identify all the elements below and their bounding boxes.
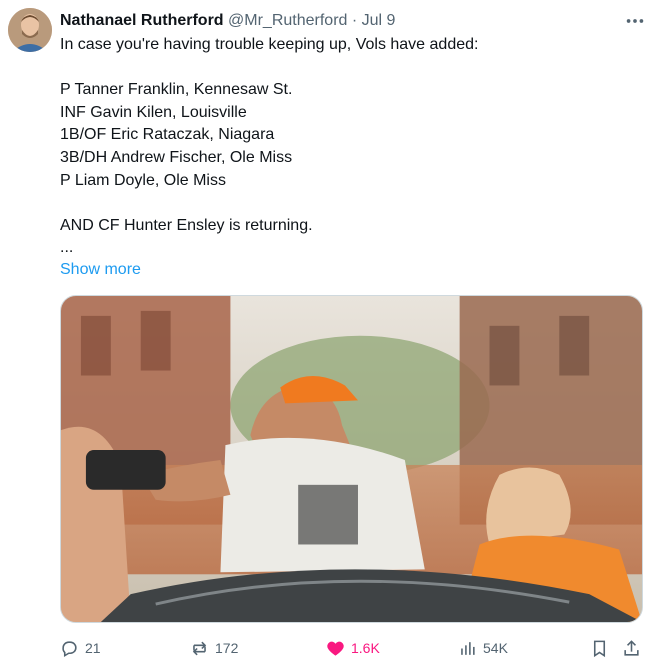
like-count: 1.6K [351, 640, 380, 656]
tweet-photo[interactable] [60, 295, 643, 623]
author-name[interactable]: Nathanael Rutherford [60, 12, 224, 29]
tweet-line [60, 57, 620, 80]
tweet-line: INF Gavin Kilen, Louisville [60, 103, 247, 121]
action-bar: 21 172 1.6K 54K [60, 636, 643, 660]
repost-count: 172 [215, 640, 239, 656]
tweet: Nathanael Rutherford @Mr_Rutherford · Ju… [0, 0, 660, 670]
tweet-line [60, 192, 620, 215]
tweet-line: 1B/OF Eric Rataczak, Niagara [60, 126, 275, 144]
avatar[interactable] [8, 8, 52, 52]
views-count: 54K [483, 640, 508, 656]
like-button[interactable]: 1.6K [326, 636, 380, 660]
tweet-line: ... [60, 239, 74, 257]
repost-button[interactable]: 172 [190, 636, 238, 660]
show-more-link[interactable]: Show more [60, 258, 141, 282]
tweet-date[interactable]: Jul 9 [362, 12, 396, 29]
tweet-line: 3B/DH Andrew Fischer, Ole Miss [60, 148, 293, 166]
tweet-line: In case you're having trouble keeping up… [60, 36, 479, 53]
tweet-text: In case you're having trouble keeping up… [60, 34, 620, 260]
views-icon [461, 641, 475, 655]
tweet-line: AND CF Hunter Ensley is returning. [60, 216, 313, 234]
share-icon [624, 639, 639, 656]
views-button[interactable]: 54K [458, 636, 508, 660]
bookmark-button[interactable] [590, 636, 609, 660]
tweet-line: P Liam Doyle, Ole Miss [60, 171, 226, 189]
ellipsis-icon[interactable] [622, 10, 648, 30]
share-button[interactable] [622, 636, 641, 660]
bookmark-icon [593, 640, 606, 657]
reply-button[interactable]: 21 [60, 636, 101, 660]
heart-icon [327, 641, 344, 656]
separator: · [351, 12, 358, 29]
repost-icon [192, 641, 207, 655]
reply-count: 21 [85, 640, 101, 656]
tweet-header: Nathanael Rutherford @Mr_Rutherford · Ju… [60, 10, 650, 32]
tweet-line: P Tanner Franklin, Kennesaw St. [60, 81, 293, 99]
author-handle[interactable]: @Mr_Rutherford [228, 12, 347, 29]
reply-icon [62, 640, 77, 657]
